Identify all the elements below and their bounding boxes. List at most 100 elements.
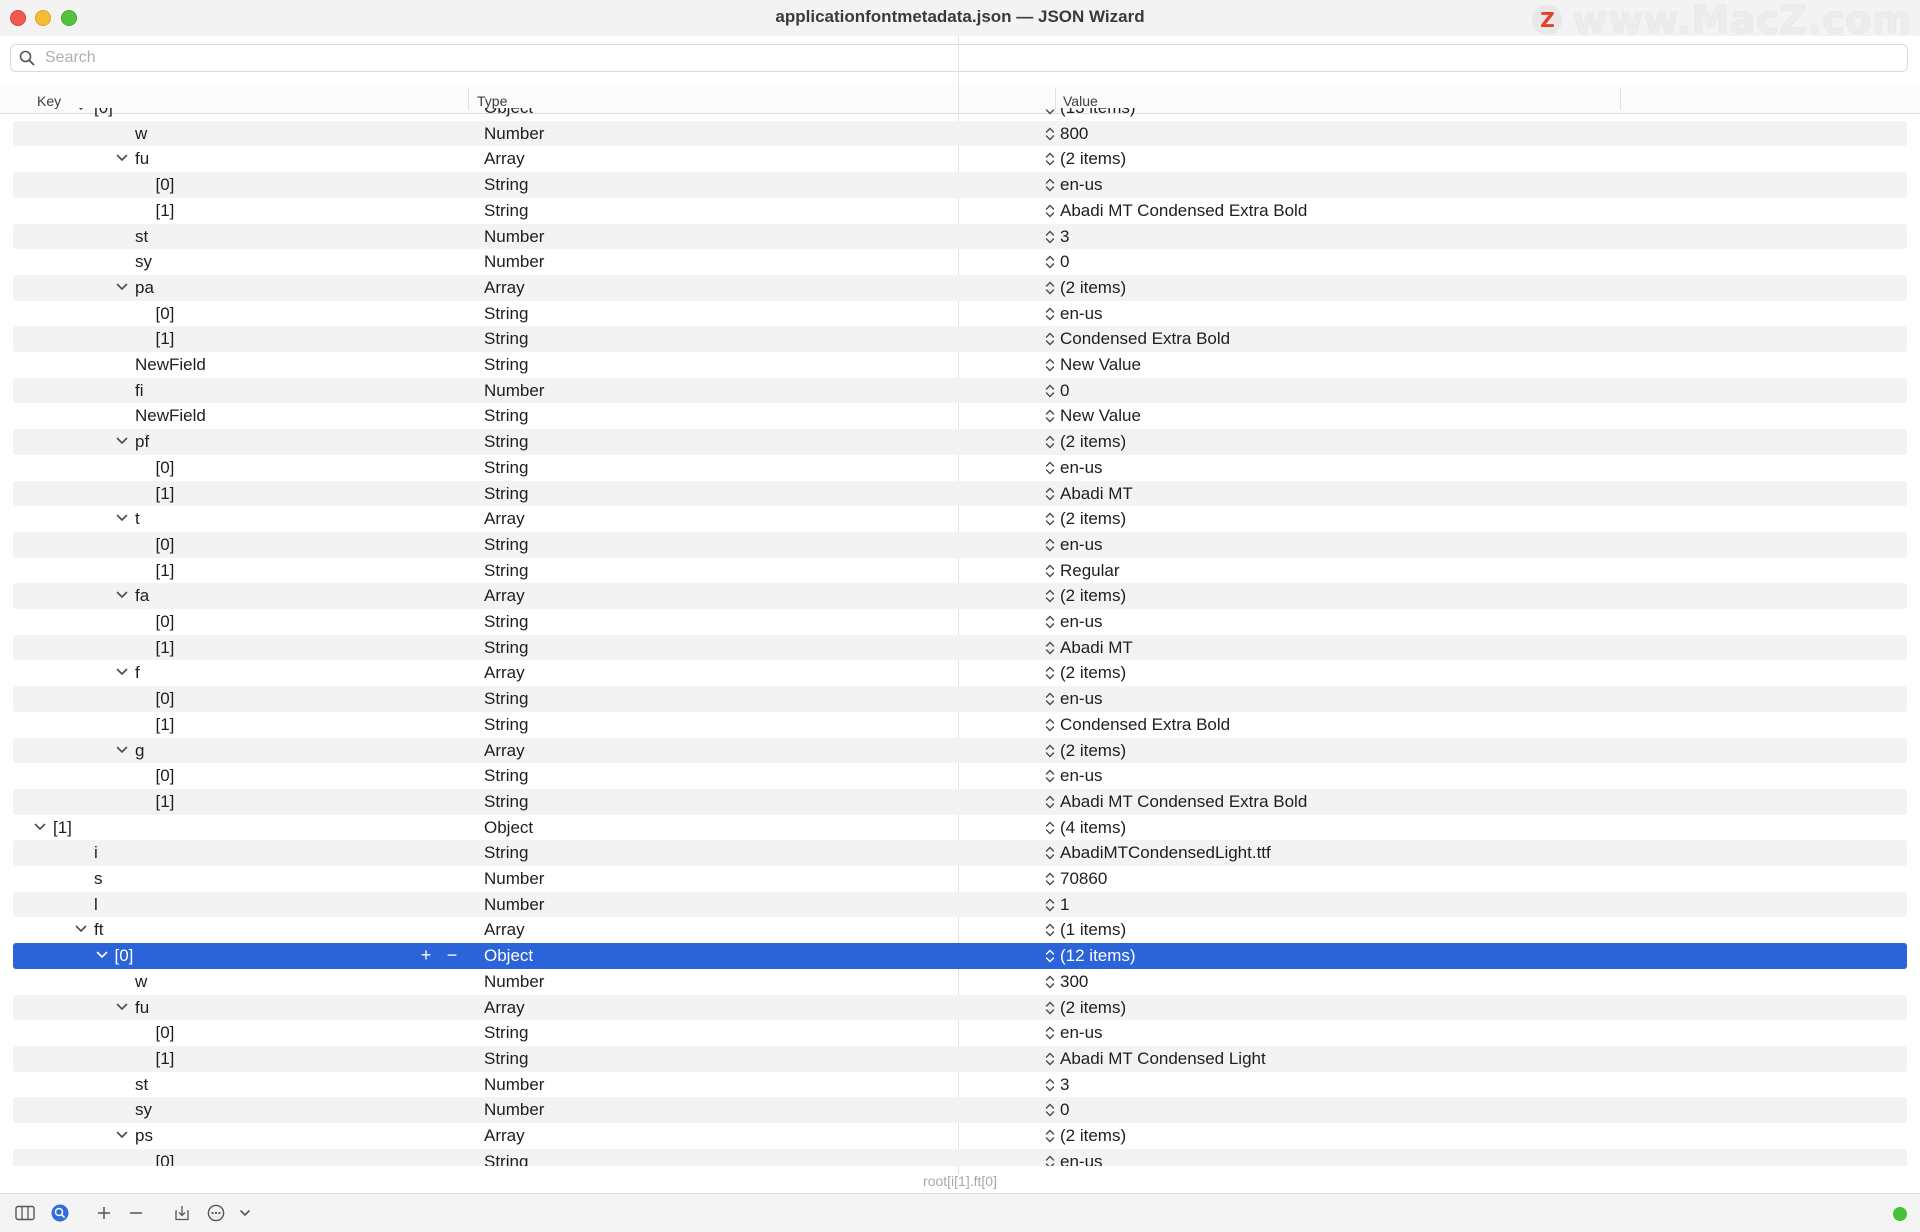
row-type[interactable]: String [484,455,528,481]
tree-row[interactable]: [1] String Abadi MT Condensed Light [13,1045,1907,1072]
row-value[interactable]: 3 [1060,1072,1069,1098]
tree-row[interactable]: ft Array (1 items) [13,917,1907,943]
chevron-up-down-icon[interactable] [1044,871,1056,887]
row-key[interactable]: [1] [156,789,175,815]
row-value[interactable]: New Value [1060,352,1141,378]
row-key[interactable]: fi [135,378,144,404]
row-type[interactable]: Number [484,224,544,250]
sidebar-toggle-button[interactable] [14,1203,36,1223]
row-key[interactable]: s [94,866,103,892]
tree-row[interactable]: fu Array (2 items) [13,994,1907,1021]
tree-row[interactable]: s Number 70860 [13,866,1907,892]
column-value-header[interactable]: Value [1063,93,1098,109]
row-value[interactable]: (2 items) [1060,275,1126,301]
row-key[interactable]: st [135,224,148,250]
row-value[interactable]: (2 items) [1060,583,1126,609]
row-type[interactable]: String [484,532,528,558]
chevron-down-icon[interactable] [116,514,128,522]
tree-row[interactable]: t Array (2 items) [13,506,1907,532]
tree-row[interactable]: [1] String Condensed Extra Bold [13,326,1907,352]
row-value[interactable]: (2 items) [1060,738,1126,764]
tree-row[interactable]: [1] String Condensed Extra Bold [13,712,1907,738]
inspector-button[interactable] [50,1203,70,1223]
row-key[interactable]: ps [135,1123,153,1149]
row-type[interactable]: Array [484,275,525,301]
row-key[interactable]: [0] [94,108,113,121]
row-key[interactable]: [0] [156,455,175,481]
row-value[interactable]: 0 [1060,378,1069,404]
row-value[interactable]: 0 [1060,249,1069,275]
row-type[interactable]: Array [484,506,525,532]
row-type[interactable]: Array [484,917,525,943]
row-type[interactable]: Array [484,583,525,609]
row-type[interactable]: String [484,609,528,635]
chevron-down-icon[interactable] [96,951,108,959]
row-type[interactable]: Number [484,249,544,275]
row-value[interactable]: (13 items) [1060,108,1136,121]
chevron-up-down-icon[interactable] [1044,665,1056,681]
row-key[interactable]: [0] [156,763,175,789]
row-type[interactable]: String [484,1149,528,1166]
chevron-up-down-icon[interactable] [1044,820,1056,836]
chevron-down-icon[interactable] [75,925,87,933]
column-divider[interactable] [1055,88,1056,110]
row-type[interactable]: Number [484,1072,544,1098]
row-key[interactable]: g [135,738,144,764]
tree-row[interactable]: fu Array (2 items) [13,146,1907,172]
row-value[interactable]: en-us [1060,763,1103,789]
row-value[interactable]: en-us [1060,455,1103,481]
row-key[interactable]: fu [135,995,149,1021]
tree-row[interactable]: f Array (2 items) [13,660,1907,686]
chevron-up-down-icon[interactable] [1044,1000,1056,1016]
chevron-down-icon[interactable] [75,108,87,111]
row-value[interactable]: Abadi MT [1060,635,1133,661]
chevron-up-down-icon[interactable] [1044,1077,1056,1093]
row-value[interactable]: Abadi MT Condensed Light [1060,1046,1266,1072]
row-type[interactable]: Number [484,866,544,892]
row-type[interactable]: Array [484,1123,525,1149]
row-value[interactable]: 1 [1060,892,1069,918]
row-value[interactable]: Condensed Extra Bold [1060,326,1230,352]
chevron-up-down-icon[interactable] [1044,177,1056,193]
add-item-button[interactable] [94,1203,114,1223]
row-key[interactable]: fu [135,146,149,172]
row-value[interactable]: 3 [1060,224,1069,250]
search-input[interactable] [45,47,945,69]
tree-row[interactable]: [0] String en-us [13,1148,1907,1166]
row-key[interactable]: t [135,506,140,532]
row-key[interactable]: [0] [156,301,175,327]
chevron-up-down-icon[interactable] [1044,1128,1056,1144]
tree-row[interactable]: st Number 3 [13,223,1907,250]
row-value[interactable]: en-us [1060,609,1103,635]
tree-row[interactable]: g Array (2 items) [13,737,1907,764]
row-type[interactable]: String [484,1020,528,1046]
chevron-down-icon[interactable] [116,283,128,291]
chevron-up-down-icon[interactable] [1044,588,1056,604]
tree-row[interactable]: [1] String Regular [13,558,1907,584]
chevron-down-icon[interactable] [116,591,128,599]
row-key[interactable]: [1] [156,1046,175,1072]
row-key[interactable]: [1] [156,558,175,584]
row-type[interactable]: Array [484,660,525,686]
row-value[interactable]: en-us [1060,301,1103,327]
row-key[interactable]: [0] [156,1149,175,1166]
chevron-down-icon[interactable] [116,437,128,445]
row-value[interactable]: (12 items) [1060,943,1136,969]
tree-row[interactable]: NewField String New Value [13,352,1907,378]
row-type[interactable]: Object [484,815,533,841]
row-type[interactable]: String [484,403,528,429]
row-type[interactable]: Number [484,969,544,995]
chevron-up-down-icon[interactable] [1044,254,1056,270]
chevron-up-down-icon[interactable] [1044,203,1056,219]
row-key[interactable]: w [135,969,147,995]
row-value[interactable]: (2 items) [1060,146,1126,172]
chevron-up-down-icon[interactable] [1044,306,1056,322]
row-value[interactable]: Abadi MT Condensed Extra Bold [1060,789,1307,815]
tree-row[interactable]: [1] String Abadi MT [13,634,1907,661]
row-value[interactable]: (2 items) [1060,429,1126,455]
chevron-up-down-icon[interactable] [1044,640,1056,656]
row-type[interactable]: String [484,840,528,866]
row-key[interactable]: [1] [156,635,175,661]
row-type[interactable]: Number [484,121,544,147]
row-value[interactable]: Condensed Extra Bold [1060,712,1230,738]
